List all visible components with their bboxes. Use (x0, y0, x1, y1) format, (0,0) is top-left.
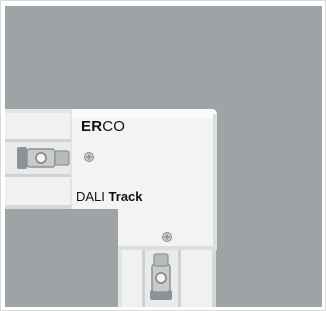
screw-left (84, 152, 94, 162)
product-label: DALI Track (76, 189, 143, 204)
product-label-word2: Track (108, 189, 143, 204)
screw-bottom (162, 232, 172, 242)
brand-bold-part: ER (81, 118, 103, 135)
product-photo (5, 6, 322, 307)
image-frame: ERCO DALI Track (0, 0, 326, 311)
product-label-word1: DALI (76, 189, 105, 204)
brand-logo: ERCO (81, 118, 125, 135)
brand-regular-part: CO (102, 118, 126, 135)
